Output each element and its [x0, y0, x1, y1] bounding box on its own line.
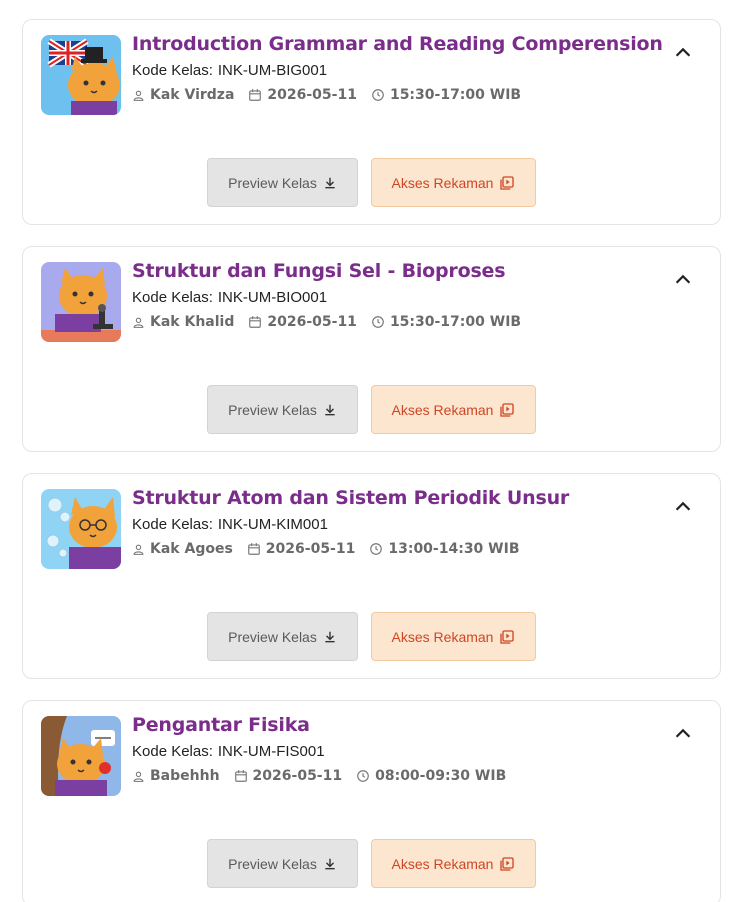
time: 08:00-09:30 WIB [356, 768, 506, 784]
class-date: 2026-05-11 [252, 768, 343, 784]
download-icon [325, 631, 335, 642]
video-library-icon [500, 175, 515, 190]
class-code: Kode Kelas: INK-UM-BIO001 [132, 289, 327, 306]
class-card: Struktur Atom dan Sistem Periodik Unsur … [22, 473, 721, 679]
chevron-up-icon[interactable] [672, 496, 694, 518]
video-library-icon [500, 629, 515, 644]
akses-rekaman-label: Akses Rekaman [391, 855, 494, 872]
class-code-value: INK-UM-KIM001 [217, 516, 328, 533]
preview-kelas-button[interactable]: Preview Kelas [207, 839, 358, 888]
date: 2026-05-11 [248, 87, 357, 103]
time: 15:30-17:00 WIB [371, 87, 521, 103]
class-meta: Kak Khalid 2026-05-11 15:30-17:00 WIB [132, 314, 535, 330]
class-code-label: Kode Kelas: [132, 289, 213, 306]
date: 2026-05-11 [234, 768, 343, 784]
class-code-value: INK-UM-BIG001 [217, 62, 328, 79]
teacher-name: Babehhh [150, 768, 220, 784]
preview-kelas-label: Preview Kelas [228, 401, 317, 418]
class-date: 2026-05-11 [267, 314, 357, 330]
class-card: Struktur dan Fungsi Sel - Bioproses Kode… [22, 246, 721, 452]
class-meta: Kak Agoes 2026-05-11 13:00-14:30 WIB [132, 541, 534, 557]
teacher: Babehhh [132, 768, 220, 784]
person-icon [133, 90, 144, 101]
class-date: 2026-05-11 [267, 87, 357, 103]
class-time: 15:30-17:00 WIB [389, 87, 522, 103]
chevron-up-icon[interactable] [672, 42, 694, 64]
class-code-value: INK-UM-BIO001 [217, 289, 328, 306]
class-code-label: Kode Kelas: [132, 743, 213, 760]
person-icon [133, 544, 144, 555]
teacher-name: Kak Khalid [150, 314, 235, 330]
class-code-label: Kode Kelas: [132, 62, 213, 79]
akses-rekaman-label: Akses Rekaman [391, 174, 494, 191]
class-title: Introduction Grammar and Reading Compere… [132, 33, 663, 55]
date: 2026-05-11 [248, 314, 357, 330]
clock-icon [372, 89, 384, 101]
preview-kelas-label: Preview Kelas [228, 174, 317, 191]
clock-icon [370, 543, 383, 555]
calendar-icon [249, 89, 262, 101]
class-code-value: INK-UM-FIS001 [217, 743, 325, 760]
akses-rekaman-button[interactable]: Akses Rekaman [371, 612, 536, 661]
cat-with-uk-flag-icon [41, 35, 121, 115]
class-meta: Kak Virdza 2026-05-11 15:30-17:00 WIB [132, 87, 535, 103]
akses-rekaman-button[interactable]: Akses Rekaman [371, 839, 536, 888]
class-list: Introduction Grammar and Reading Compere… [0, 0, 737, 902]
download-icon [325, 858, 335, 869]
class-title: Struktur Atom dan Sistem Periodik Unsur [132, 487, 570, 509]
class-code: Kode Kelas: INK-UM-FIS001 [132, 743, 325, 760]
preview-kelas-label: Preview Kelas [228, 855, 317, 872]
teacher-name: Kak Virdza [150, 87, 235, 103]
download-icon [325, 404, 335, 415]
class-card: Pengantar Fisika Kode Kelas: INK-UM-FIS00… [22, 700, 721, 902]
class-time: 08:00-09:30 WIB [375, 768, 507, 784]
clock-icon [357, 770, 369, 782]
class-title: Struktur dan Fungsi Sel - Bioproses [132, 260, 506, 282]
preview-kelas-button[interactable]: Preview Kelas [207, 158, 358, 207]
video-library-icon [500, 402, 515, 417]
video-library-icon [500, 856, 515, 871]
preview-kelas-button[interactable]: Preview Kelas [207, 612, 358, 661]
time: 13:00-14:30 WIB [369, 541, 520, 557]
chevron-up-icon[interactable] [672, 723, 694, 745]
calendar-icon [247, 543, 260, 555]
calendar-icon [249, 316, 262, 328]
person-icon [133, 317, 144, 328]
download-icon [325, 177, 335, 188]
class-card: Introduction Grammar and Reading Compere… [22, 19, 721, 225]
time: 15:30-17:00 WIB [371, 314, 521, 330]
class-code: Kode Kelas: INK-UM-BIG001 [132, 62, 327, 79]
cat-with-microscope-icon [41, 262, 121, 342]
chevron-up-icon[interactable] [672, 269, 694, 291]
akses-rekaman-button[interactable]: Akses Rekaman [371, 158, 536, 207]
clock-icon [372, 316, 384, 328]
calendar-icon [234, 770, 247, 782]
class-time: 13:00-14:30 WIB [388, 541, 520, 557]
class-title: Pengantar Fisika [132, 714, 310, 736]
preview-kelas-button[interactable]: Preview Kelas [207, 385, 358, 434]
cat-with-molecules-icon [41, 489, 121, 569]
teacher: Kak Khalid [132, 314, 234, 330]
akses-rekaman-label: Akses Rekaman [391, 628, 494, 645]
cat-with-apple-icon [41, 716, 121, 796]
akses-rekaman-button[interactable]: Akses Rekaman [371, 385, 536, 434]
date: 2026-05-11 [247, 541, 356, 557]
preview-kelas-label: Preview Kelas [228, 628, 317, 645]
class-code: Kode Kelas: INK-UM-KIM001 [132, 516, 328, 533]
class-meta: Babehhh 2026-05-11 08:00-09:30 WIB [132, 768, 520, 784]
teacher-name: Kak Agoes [150, 541, 233, 557]
class-date: 2026-05-11 [265, 541, 356, 557]
class-time: 15:30-17:00 WIB [389, 314, 522, 330]
person-icon [133, 771, 144, 782]
teacher: Kak Virdza [132, 87, 234, 103]
class-code-label: Kode Kelas: [132, 516, 213, 533]
akses-rekaman-label: Akses Rekaman [391, 401, 494, 418]
teacher: Kak Agoes [132, 541, 233, 557]
